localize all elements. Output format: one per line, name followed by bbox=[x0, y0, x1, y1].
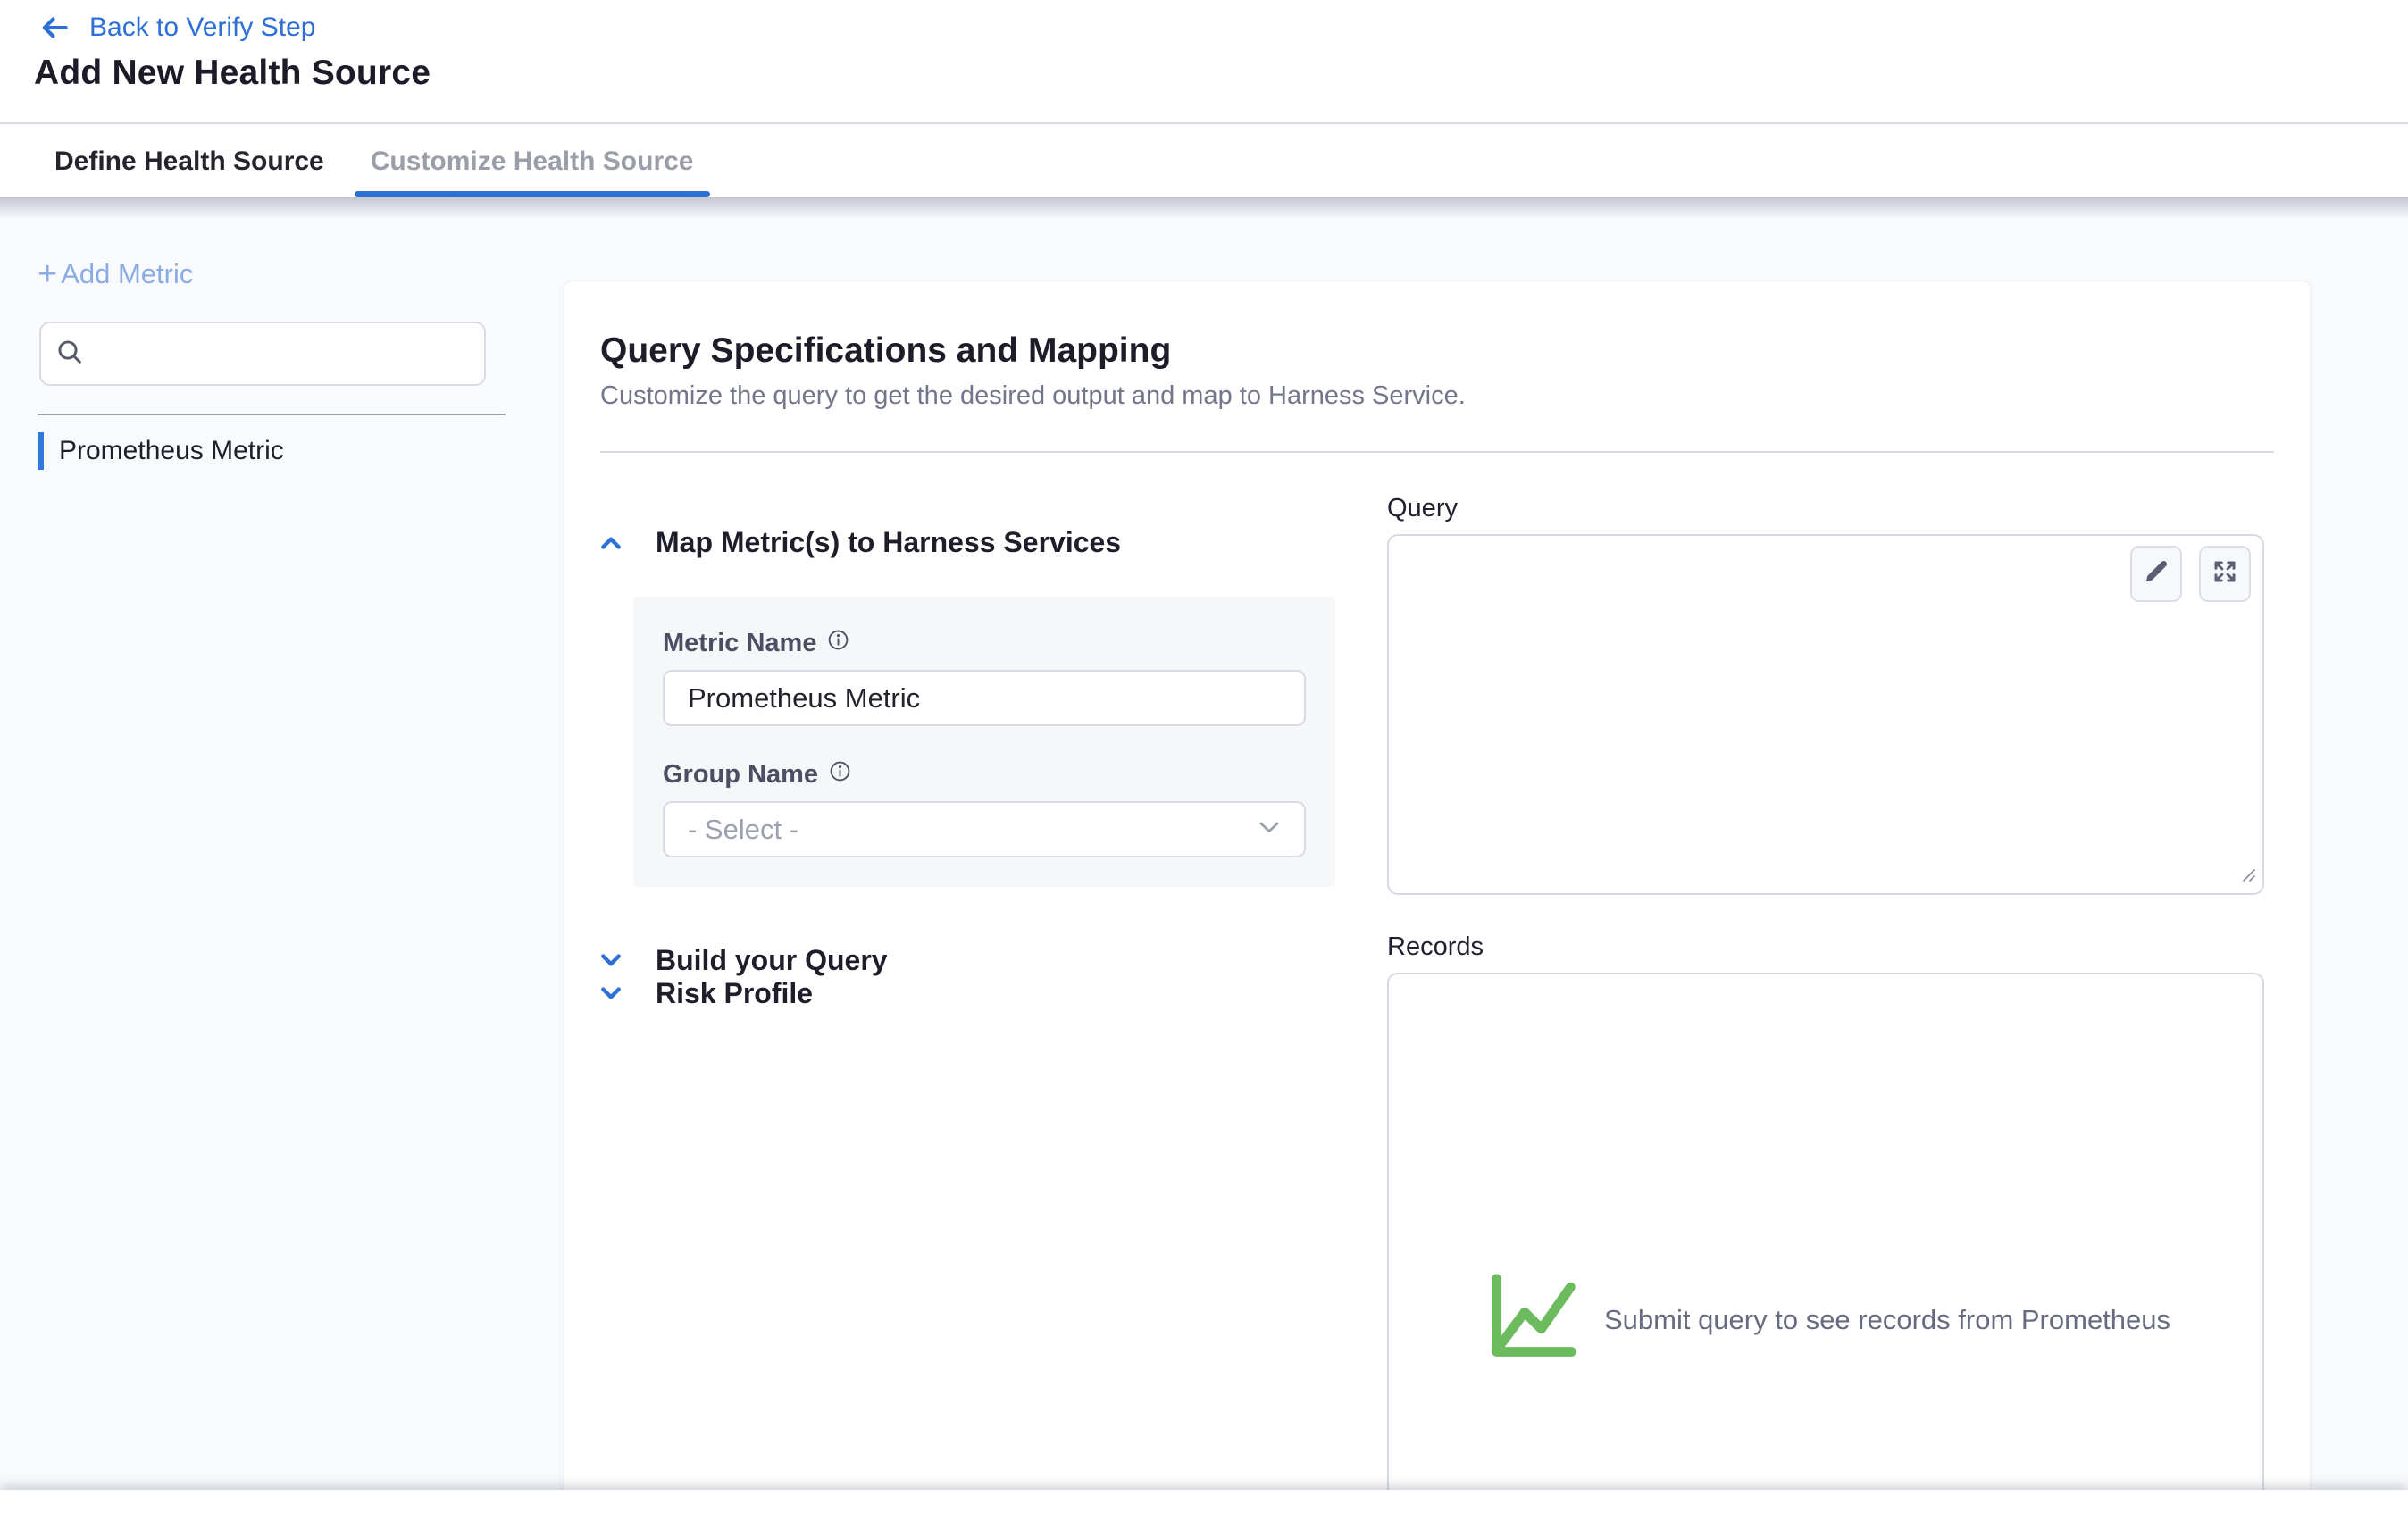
pencil-icon bbox=[2143, 558, 2170, 589]
add-metric-button[interactable]: + Add Metric bbox=[38, 258, 193, 290]
metric-name-input[interactable] bbox=[663, 670, 1306, 726]
health-source-tabbar: Define Health Source Customize Health So… bbox=[0, 126, 2408, 197]
chevron-down-icon bbox=[600, 985, 622, 1002]
panel-body: Map Metric(s) to Harness Services Metric… bbox=[564, 453, 2310, 1513]
back-link[interactable]: Back to Verify Step bbox=[34, 11, 315, 45]
accordion-build-your-query[interactable]: Build your Query bbox=[600, 944, 1387, 977]
panel-subheading: Customize the query to get the desired o… bbox=[600, 381, 2274, 410]
add-metric-label: Add Metric bbox=[61, 258, 193, 290]
query-label: Query bbox=[1387, 494, 2264, 523]
query-column: Query bbox=[1387, 453, 2264, 1513]
sidebar-divider bbox=[38, 414, 506, 415]
sidebar-item-prometheus-metric[interactable]: Prometheus Metric bbox=[38, 432, 520, 470]
edit-query-button[interactable] bbox=[2130, 546, 2182, 602]
chevron-up-icon bbox=[600, 534, 622, 551]
group-name-label: Group Name bbox=[663, 760, 818, 790]
chevron-down-icon bbox=[600, 952, 622, 969]
metric-mapping-card: Metric Name Group Name - Select - bbox=[633, 597, 1335, 887]
content-area: + Add Metric Prometheus Metric Query Spe… bbox=[0, 197, 2408, 1513]
line-chart-icon bbox=[1481, 1267, 1581, 1372]
records-empty-state: Submit query to see records from Prometh… bbox=[1389, 1267, 2262, 1372]
accordion-map-metrics[interactable]: Map Metric(s) to Harness Services bbox=[600, 526, 1387, 559]
textarea-resize-handle[interactable] bbox=[2235, 861, 2258, 889]
accordion-title: Build your Query bbox=[656, 944, 888, 977]
page-header: Back to Verify Step Add New Health Sourc… bbox=[0, 0, 2408, 124]
info-icon[interactable] bbox=[827, 629, 849, 658]
metric-name-label-row: Metric Name bbox=[663, 629, 1306, 658]
info-icon[interactable] bbox=[829, 760, 851, 790]
fullscreen-button[interactable] bbox=[2199, 546, 2251, 602]
footer-bar bbox=[0, 1490, 2408, 1513]
group-name-select[interactable]: - Select - bbox=[663, 801, 1306, 857]
metrics-sidebar: + Add Metric Prometheus Metric bbox=[0, 197, 564, 1513]
tab-label: Define Health Source bbox=[54, 146, 324, 177]
accordion-title: Map Metric(s) to Harness Services bbox=[656, 526, 1121, 559]
metric-item-label: Prometheus Metric bbox=[59, 436, 284, 466]
accordion-risk-profile[interactable]: Risk Profile bbox=[600, 977, 1387, 1010]
panel-heading: Query Specifications and Mapping bbox=[600, 331, 2274, 371]
records-box: Submit query to see records from Prometh… bbox=[1387, 973, 2264, 1513]
query-mapping-panel: Query Specifications and Mapping Customi… bbox=[564, 281, 2310, 1513]
expand-arrows-icon bbox=[2212, 558, 2238, 589]
select-placeholder: - Select - bbox=[688, 814, 798, 846]
records-label: Records bbox=[1387, 932, 2264, 962]
chevron-down-icon bbox=[1258, 820, 1281, 839]
records-empty-text: Submit query to see records from Prometh… bbox=[1604, 1304, 2170, 1336]
search-icon bbox=[55, 338, 96, 371]
query-editor-box bbox=[1387, 534, 2264, 895]
panel-header: Query Specifications and Mapping Customi… bbox=[564, 281, 2310, 453]
back-arrow-icon bbox=[34, 11, 75, 45]
tab-define-health-source[interactable]: Define Health Source bbox=[38, 126, 340, 197]
accordion-title: Risk Profile bbox=[656, 977, 813, 1010]
selected-indicator-bar bbox=[38, 432, 44, 470]
plus-icon: + bbox=[38, 261, 57, 288]
group-name-label-row: Group Name bbox=[663, 760, 1306, 790]
page-title: Add New Health Source bbox=[34, 54, 431, 93]
metric-name-label: Metric Name bbox=[663, 629, 816, 658]
tab-customize-health-source[interactable]: Customize Health Source bbox=[355, 126, 710, 197]
back-link-label: Back to Verify Step bbox=[89, 13, 315, 43]
mapping-column: Map Metric(s) to Harness Services Metric… bbox=[600, 453, 1387, 1513]
tab-label: Customize Health Source bbox=[371, 146, 694, 177]
metric-search-input[interactable] bbox=[96, 339, 470, 369]
metric-search-box bbox=[39, 322, 486, 386]
